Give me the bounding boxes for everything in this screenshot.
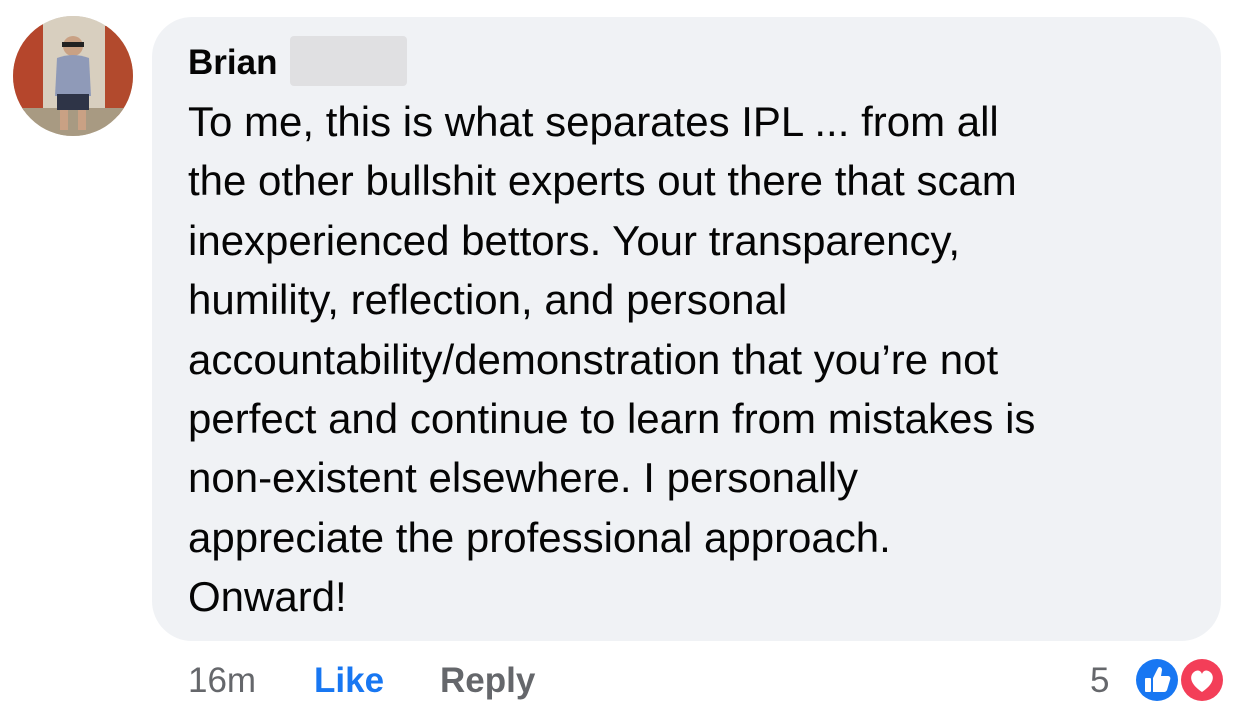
comment-line: accountability/demonstration that you’re… [188,335,999,383]
comment-line: perfect and continue to learn from mista… [188,395,1036,443]
like-button[interactable]: Like [314,660,384,702]
comment-line: non-existent elsewhere. I personally [188,454,859,502]
comment-author[interactable]: Brian [188,42,277,84]
avatar[interactable] [13,16,133,136]
reply-button[interactable]: Reply [440,660,535,702]
redacted-name-block [290,36,407,86]
comment-line: To me, this is what separates IPL ... fr… [188,98,999,145]
heart-icon [1178,656,1226,704]
reactions-summary[interactable] [1127,654,1227,710]
comment-line: the other bullshit experts out there tha… [188,157,1017,205]
comment-line: inexperienced bettors. Your transparency… [188,216,961,264]
comment-line: humility, reflection, and personal [188,276,788,324]
thumbs-up-icon [1133,656,1181,704]
comment-timestamp[interactable]: 16m [188,660,256,702]
comment-line: appreciate the professional approach. [188,513,891,561]
reaction-count[interactable]: 5 [1090,660,1109,702]
comment-line: Onward! [188,573,347,621]
avatar-photo [13,16,133,136]
comment-text: To me, this is what separates IPL ... fr… [188,92,1208,627]
